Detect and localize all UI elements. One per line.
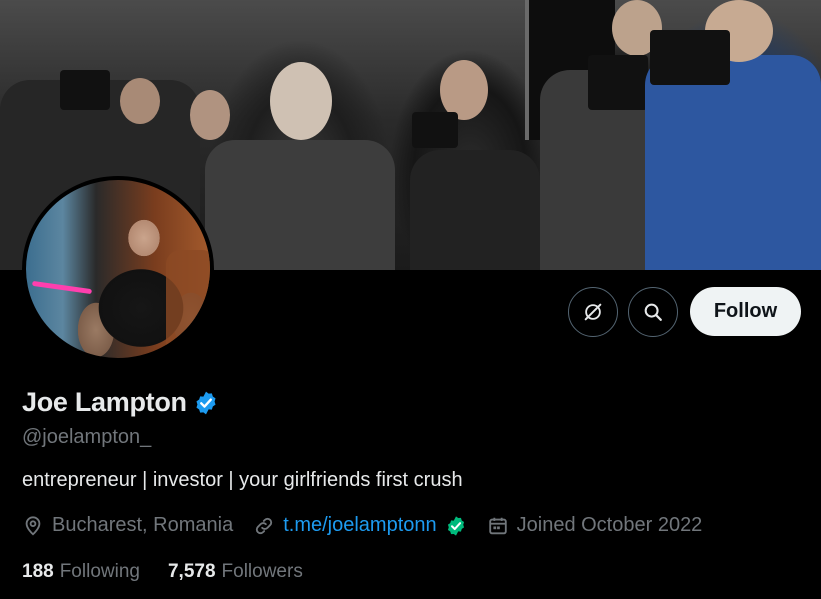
calendar-icon xyxy=(488,517,507,534)
followers-stat[interactable]: 7,578 Followers xyxy=(168,561,303,583)
banner-camera xyxy=(650,30,730,85)
search-icon xyxy=(644,303,662,321)
following-stat[interactable]: 188 Following xyxy=(22,561,140,583)
banner-figure xyxy=(410,150,540,270)
avatar-ambient-light xyxy=(31,280,93,295)
banner-figure xyxy=(205,140,395,270)
banner-figure-head xyxy=(440,60,488,120)
profile-meta-row: Bucharest, Romania t.me/joelamptonn Join… xyxy=(22,514,722,537)
following-label: Following xyxy=(59,561,140,582)
profile-stats-row: 188 Following 7,578 Followers xyxy=(22,561,331,583)
joined-text: Joined October 2022 xyxy=(516,514,703,536)
banner-figure-head xyxy=(120,78,160,124)
profile-name-row: Joe Lampton xyxy=(22,387,219,418)
banner-camera xyxy=(588,55,648,110)
verified-badge-icon[interactable] xyxy=(193,390,219,416)
following-count: 188 xyxy=(22,561,54,582)
profile-handle: @joelampton_ xyxy=(22,426,152,448)
green-check-icon xyxy=(447,515,464,536)
joined-item: Joined October 2022 xyxy=(487,514,703,537)
grok-button[interactable] xyxy=(568,287,618,337)
profile-bio: entrepreneur | investor | your girlfrien… xyxy=(22,469,463,491)
banner-camera xyxy=(60,70,110,110)
profile-avatar[interactable] xyxy=(22,176,214,362)
banner-figure-head xyxy=(190,90,230,140)
follow-button[interactable]: Follow xyxy=(690,287,801,336)
search-button[interactable] xyxy=(628,287,678,337)
avatar-car-seat xyxy=(166,250,210,358)
profile-link[interactable]: t.me/joelamptonn xyxy=(283,514,436,537)
link-icon xyxy=(256,517,273,534)
banner-figure xyxy=(645,55,821,270)
display-name: Joe Lampton xyxy=(22,387,187,417)
location-text: Bucharest, Romania xyxy=(52,514,234,536)
banner-figure-head xyxy=(270,62,332,140)
grok-icon xyxy=(584,303,602,321)
location-pin-icon xyxy=(25,515,41,535)
banner-camera xyxy=(412,112,458,148)
followers-count: 7,578 xyxy=(167,561,216,582)
location-item: Bucharest, Romania xyxy=(22,514,233,537)
followers-label: Followers xyxy=(221,561,303,582)
link-item[interactable]: t.me/joelamptonn xyxy=(253,514,466,537)
